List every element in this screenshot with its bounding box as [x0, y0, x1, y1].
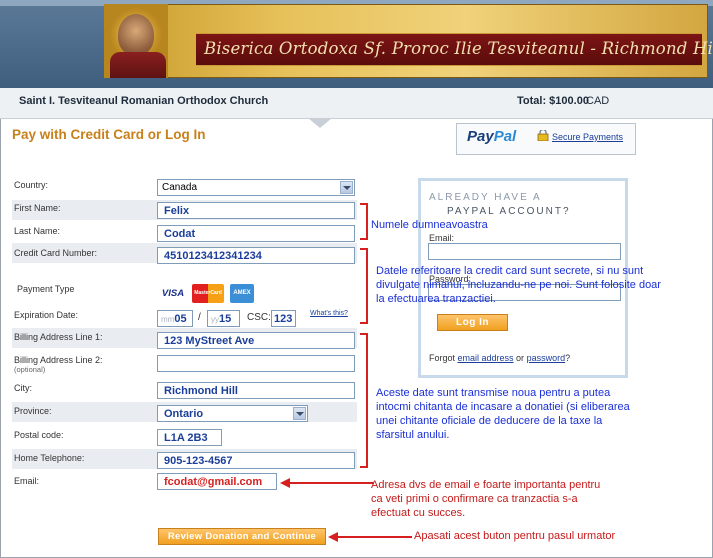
saint-face-icon — [118, 14, 154, 56]
banner-title: Biserica Ortodoxa Sf. Proroc Ilie Tesvit… — [204, 39, 713, 58]
first-name-field[interactable]: Felix — [157, 202, 355, 219]
name-annotation: Numele dumneavoastra — [371, 219, 488, 231]
expiration-label: Expiration Date: — [14, 310, 79, 320]
email-annotation-line3: efectuat cu succes. — [371, 507, 466, 519]
page-title: Pay with Credit Card or Log In — [12, 127, 206, 142]
paypal-logo: PayPal — [467, 128, 516, 145]
month-value: 05 — [174, 313, 187, 325]
province-select[interactable]: Ontario — [157, 405, 308, 422]
forgot-or: or — [513, 353, 527, 363]
last-name-label: Last Name: — [14, 226, 61, 236]
card-number-field[interactable]: 4510123412341234 — [157, 247, 355, 264]
phone-field[interactable]: 905-123-4567 — [157, 452, 355, 469]
expiration-year-field[interactable]: yy15 — [207, 310, 240, 327]
visa-card-icon: VISA — [158, 285, 188, 302]
chevron-down-icon — [340, 181, 353, 194]
country-select[interactable]: Canada — [157, 179, 355, 196]
billing1-field[interactable]: 123 MyStreet Ave — [157, 332, 355, 349]
province-value: Ontario — [164, 408, 204, 420]
phone-label: Home Telephone: — [14, 453, 85, 463]
month-placeholder: mm — [161, 315, 175, 324]
province-label: Province: — [14, 406, 52, 416]
year-placeholder: yy — [211, 315, 219, 324]
email-annotation-line2: ca veti primi o confirmare ca tranzactia… — [371, 493, 578, 505]
merchant-bar-notch — [308, 118, 332, 128]
email-annotation-line1: Adresa dvs de email e foarte importanta … — [371, 479, 601, 491]
paypal-logo-pay: Pay — [467, 128, 494, 145]
total-amount: Total: $100.00 — [517, 95, 589, 107]
billing2-field[interactable] — [157, 355, 355, 372]
first-name-label: First Name: — [14, 203, 61, 213]
mastercard-icon: MasterCard — [192, 284, 224, 303]
login-title-line2: PAYPAL ACCOUNT? — [447, 206, 571, 217]
forgot-prefix: Forgot — [429, 353, 458, 363]
expiration-separator: / — [198, 312, 201, 323]
city-field[interactable]: Richmond Hill — [157, 382, 355, 399]
email-field[interactable]: fcodat@gmail.com — [157, 473, 277, 490]
chevron-down-icon — [293, 407, 306, 420]
payment-type-label: Payment Type — [17, 284, 75, 294]
email-label: Email: — [14, 476, 40, 486]
button-annotation: Apasati acest buton pentru pasul urmator — [414, 530, 616, 542]
login-title-line1: ALREADY HAVE A — [429, 192, 542, 203]
card-annotation-line2: divulgate nimanui, incluzandu-ne pe noi.… — [376, 279, 661, 291]
postal-label: Postal code: — [14, 430, 64, 440]
address-annotation-line3: unei chitante oficiale de deducere de la… — [376, 415, 603, 427]
address-annotation-line4: sfarsitul anului. — [376, 429, 450, 441]
billing2-optional-note: (optional) — [14, 365, 46, 374]
saint-robe-icon — [110, 52, 166, 78]
address-bracket — [360, 333, 368, 468]
csc-field[interactable]: 123 — [271, 310, 296, 327]
total-currency: CAD — [586, 95, 610, 107]
button-arrow-icon — [328, 532, 412, 542]
login-button[interactable]: Log In — [437, 314, 508, 331]
csc-label: CSC: — [247, 312, 271, 323]
address-annotation-line2: intocmi chitanta de incasare a donatiei … — [376, 401, 630, 413]
review-donation-button[interactable]: Review Donation and Continue — [158, 528, 326, 545]
paypal-logo-pal: Pal — [493, 128, 517, 145]
address-annotation-line1: Aceste date sunt transmise noua pentru a… — [376, 387, 611, 399]
whats-this-link[interactable]: What's this? — [310, 310, 348, 317]
merchant-name: Saint I. Tesviteanul Romanian Orthodox C… — [19, 95, 269, 107]
card-number-label: Credit Card Number: — [14, 248, 98, 258]
billing2-label: Billing Address Line 2: — [14, 355, 103, 365]
card-annotation-line3: la efectuarea tranzactiei. — [376, 293, 496, 305]
year-value: 15 — [219, 313, 232, 325]
lock-icon — [537, 130, 549, 141]
forgot-password-link[interactable]: password — [527, 353, 566, 363]
last-name-field[interactable]: Codat — [157, 225, 355, 242]
city-label: City: — [14, 383, 32, 393]
email-arrow-icon — [280, 478, 374, 488]
postal-code-field[interactable]: L1A 2B3 — [157, 429, 222, 446]
secure-payments-link[interactable]: Secure Payments — [552, 132, 623, 142]
country-label: Country: — [14, 180, 49, 190]
card-annotation-line1: Datele referitoare la credit card sunt s… — [376, 265, 644, 277]
card-bracket — [360, 248, 368, 324]
name-bracket — [360, 203, 368, 240]
forgot-email-link[interactable]: email address — [458, 353, 514, 363]
amex-card-icon: AMEX — [230, 284, 254, 303]
billing1-label: Billing Address Line 1: — [14, 332, 103, 342]
country-value: Canada — [162, 182, 198, 193]
forgot-credentials: Forgot email address or password? — [429, 353, 570, 363]
expiration-month-field[interactable]: mm05 — [157, 310, 193, 327]
login-email-label: Email: — [429, 233, 455, 243]
login-email-field[interactable] — [428, 243, 621, 260]
forgot-suffix: ? — [565, 353, 571, 363]
